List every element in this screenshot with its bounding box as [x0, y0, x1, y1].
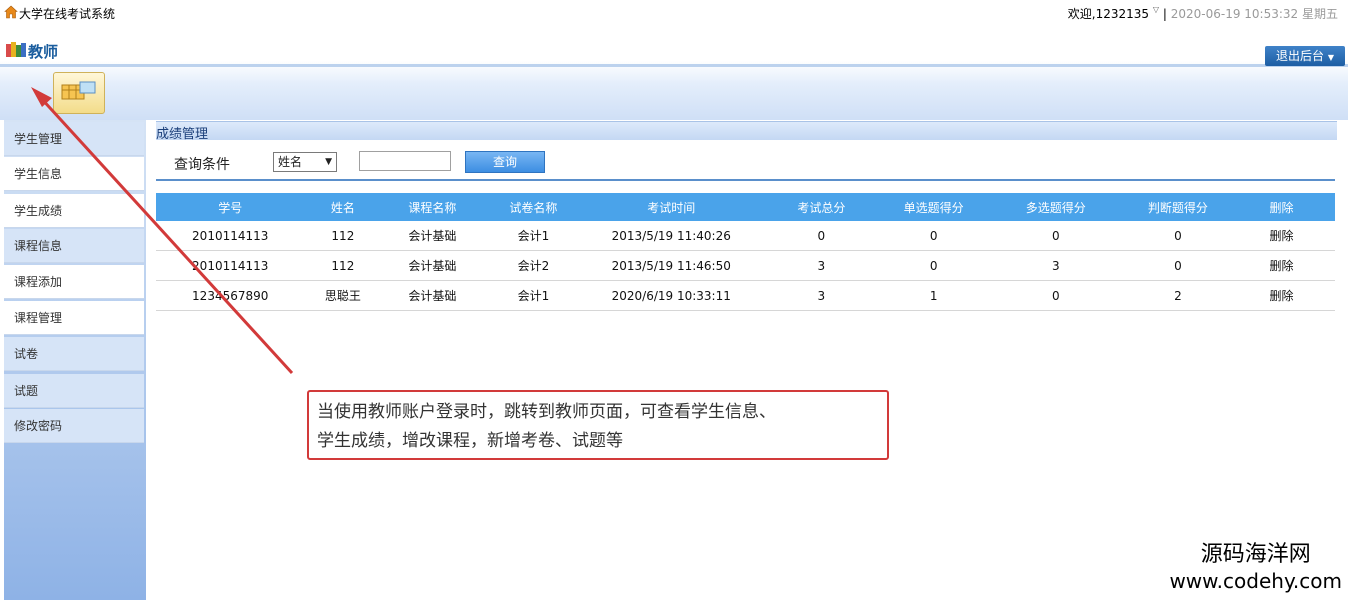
- arrow-head-icon: [31, 87, 52, 107]
- watermark: 源码海洋网 www.codehy.com: [1169, 542, 1342, 594]
- annotation-arrow: [31, 87, 294, 375]
- annotation-line-1: 当使用教师账户登录时，跳转到教师页面，可查看学生信息、: [317, 402, 776, 422]
- arrow-line: [38, 95, 294, 375]
- annotation-line-2: 学生成绩，增改课程，新增考卷、试题等: [317, 431, 623, 451]
- watermark-url: www.codehy.com: [1169, 569, 1342, 593]
- watermark-name: 源码海洋网: [1200, 542, 1311, 567]
- annotation-box: 当使用教师账户登录时，跳转到教师页面，可查看学生信息、 学生成绩，增改课程，新增…: [307, 390, 889, 460]
